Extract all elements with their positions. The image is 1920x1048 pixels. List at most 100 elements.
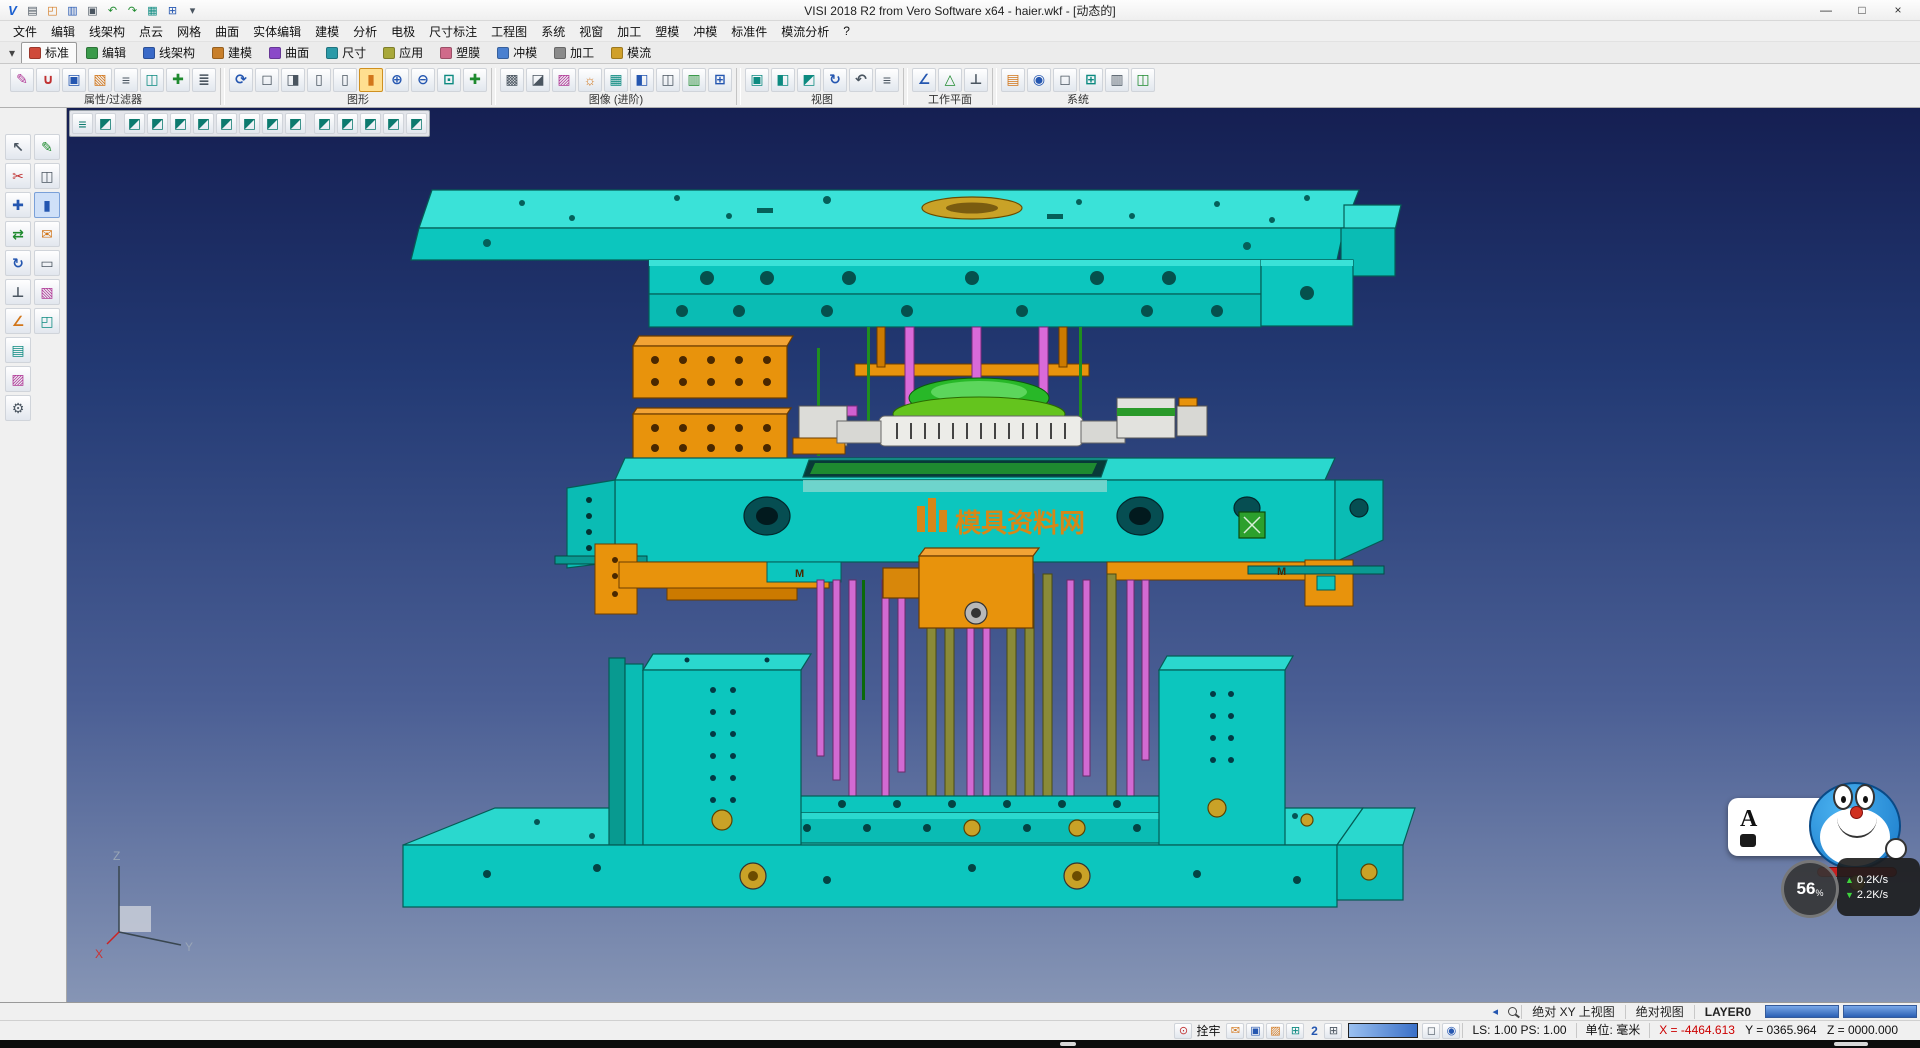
measure-icon[interactable]: ∠ bbox=[5, 308, 31, 334]
part-orange-blocks[interactable] bbox=[633, 336, 793, 462]
active-layer-indicator[interactable]: LAYER0 bbox=[1694, 1005, 1761, 1019]
solid-tool-icon[interactable]: ▮ bbox=[34, 192, 60, 218]
selection-mask-icon[interactable]: ◫ bbox=[140, 68, 164, 92]
view-previous-button[interactable]: ◩ bbox=[383, 113, 404, 134]
view-top-button[interactable]: ◩ bbox=[147, 113, 168, 134]
view-fit-button[interactable]: ◩ bbox=[360, 113, 381, 134]
zoom-in-icon[interactable]: ⊕ bbox=[385, 68, 409, 92]
report-icon[interactable]: ▥ bbox=[1105, 68, 1129, 92]
grid-toggle-icon[interactable]: ⊞ bbox=[164, 2, 181, 18]
mail-status-icon[interactable]: ✉ bbox=[1226, 1023, 1244, 1039]
absolute-view-indicator[interactable]: 绝对视图 bbox=[1625, 1005, 1694, 1019]
tab-machining[interactable]: 加工 bbox=[546, 42, 602, 63]
note-icon[interactable]: ✉ bbox=[34, 221, 60, 247]
view-mode-indicator[interactable]: 绝对 XY 上视图 bbox=[1521, 1005, 1624, 1019]
wireframe-icon[interactable]: ◻ bbox=[255, 68, 279, 92]
zoom-out-icon[interactable]: ⊖ bbox=[411, 68, 435, 92]
tab-dimension[interactable]: 尺寸 bbox=[318, 42, 374, 63]
menu-item-edit[interactable]: 编辑 bbox=[44, 21, 82, 42]
view-rotate-left-button[interactable]: ◩ bbox=[314, 113, 335, 134]
part-upper-plates[interactable] bbox=[649, 260, 1353, 327]
layer-filter-icon[interactable]: ≡ bbox=[114, 68, 138, 92]
quick-access-caret-icon[interactable]: ▾ bbox=[184, 2, 201, 18]
tab-moldflow[interactable]: 模流 bbox=[603, 42, 659, 63]
workplane-3pt-icon[interactable]: △ bbox=[938, 68, 962, 92]
quick-pick-icon[interactable]: ✚ bbox=[166, 68, 190, 92]
graphics-viewport[interactable]: M M bbox=[67, 108, 1920, 1002]
copy-icon[interactable]: ◫ bbox=[34, 163, 60, 189]
tab-molding[interactable]: 塑膜 bbox=[432, 42, 488, 63]
tab-modeling[interactable]: 建模 bbox=[204, 42, 260, 63]
select-icon[interactable]: ↖ bbox=[5, 134, 31, 160]
view-front-icon[interactable]: ◧ bbox=[771, 68, 795, 92]
snap-point-icon[interactable]: ✚ bbox=[5, 192, 31, 218]
tab-edit[interactable]: 编辑 bbox=[78, 42, 134, 63]
view-iso-button[interactable]: ◩ bbox=[124, 113, 145, 134]
view-list-icon[interactable]: ≡ bbox=[875, 68, 899, 92]
menu-item-pointcloud[interactable]: 点云 bbox=[132, 21, 170, 42]
network-speed-panel[interactable]: ▲0.2K/s ▼2.2K/s bbox=[1837, 858, 1920, 916]
menu-item-drawing[interactable]: 工程图 bbox=[484, 21, 534, 42]
calculator-status-icon[interactable]: ⊞ bbox=[1324, 1023, 1342, 1039]
view-axonometric-button[interactable]: ◩ bbox=[285, 113, 306, 134]
entity-filter-icon[interactable]: ▣ bbox=[62, 68, 86, 92]
transform-icon[interactable]: ⇄ bbox=[5, 221, 31, 247]
attribute-edit-icon[interactable]: ✎ bbox=[10, 68, 34, 92]
gouraud-icon[interactable]: ▯ bbox=[333, 68, 357, 92]
menu-item-moldflow[interactable]: 模流分析 bbox=[774, 21, 836, 42]
eraser-icon[interactable]: ▭ bbox=[34, 250, 60, 276]
model-3d-scene[interactable]: M M bbox=[67, 108, 1920, 1002]
paint-status-icon[interactable]: ▨ bbox=[1266, 1023, 1284, 1039]
close-button[interactable]: × bbox=[1880, 0, 1916, 20]
material-icon[interactable]: ▨ bbox=[552, 68, 576, 92]
monitor-status-icon[interactable]: ◻ bbox=[1422, 1023, 1440, 1039]
layer-selector[interactable] bbox=[1348, 1023, 1418, 1038]
render-icon[interactable]: ▩ bbox=[500, 68, 524, 92]
menu-item-dimension[interactable]: 尺寸标注 bbox=[422, 21, 484, 42]
view-bottom-button[interactable]: ◩ bbox=[170, 113, 191, 134]
tabbar-caret-icon[interactable]: ▾ bbox=[4, 43, 20, 63]
menu-item-standard-parts[interactable]: 标准件 bbox=[724, 21, 774, 42]
workplane-normal-icon[interactable]: ⊥ bbox=[964, 68, 988, 92]
shadow-icon[interactable]: ◪ bbox=[526, 68, 550, 92]
world-status-icon[interactable]: ◉ bbox=[1442, 1023, 1460, 1039]
view-left-button[interactable]: ◩ bbox=[239, 113, 260, 134]
lock-label[interactable]: 拴牢 bbox=[1194, 1022, 1226, 1039]
layers-icon[interactable]: ▤ bbox=[5, 337, 31, 363]
group-select-icon[interactable]: ◰ bbox=[34, 308, 60, 334]
menu-item-solid-edit[interactable]: 实体编辑 bbox=[246, 21, 308, 42]
snap-status-icon[interactable]: ⊞ bbox=[1286, 1023, 1304, 1039]
tab-wireframe[interactable]: 线架构 bbox=[135, 42, 203, 63]
transparency-icon[interactable]: ◫ bbox=[656, 68, 680, 92]
view-dynamic-button[interactable]: ◩ bbox=[406, 113, 427, 134]
properties-icon[interactable]: ▦ bbox=[144, 2, 161, 18]
menu-item-surface[interactable]: 曲面 bbox=[208, 21, 246, 42]
pan-icon[interactable]: ✚ bbox=[463, 68, 487, 92]
user-count-badge[interactable]: 2 bbox=[1306, 1024, 1322, 1038]
menu-item-help[interactable]: ? bbox=[836, 22, 857, 40]
align-icon[interactable]: ⊥ bbox=[5, 279, 31, 305]
color-palette-icon[interactable]: ▤ bbox=[1001, 68, 1025, 92]
view-rotate-icon[interactable]: ↻ bbox=[823, 68, 847, 92]
redraw-icon[interactable]: ⟳ bbox=[229, 68, 253, 92]
menu-item-machining[interactable]: 加工 bbox=[610, 21, 648, 42]
menu-item-stamping[interactable]: 冲模 bbox=[686, 21, 724, 42]
minimize-button[interactable]: — bbox=[1808, 0, 1844, 20]
section-icon[interactable]: ◧ bbox=[630, 68, 654, 92]
menu-item-wireframe[interactable]: 线架构 bbox=[82, 21, 132, 42]
view-shaded-button[interactable]: ◩ bbox=[95, 113, 116, 134]
link-icon[interactable]: ◫ bbox=[1131, 68, 1155, 92]
rotate-icon[interactable]: ↻ bbox=[5, 250, 31, 276]
properties-list-icon[interactable]: ≣ bbox=[192, 68, 216, 92]
tab-surface[interactable]: 曲面 bbox=[261, 42, 317, 63]
menu-item-file[interactable]: 文件 bbox=[6, 21, 44, 42]
open-file-icon[interactable]: ◰ bbox=[44, 2, 61, 18]
shaded-icon[interactable]: ▮ bbox=[359, 68, 383, 92]
world-icon[interactable]: ◉ bbox=[1027, 68, 1051, 92]
matrix-icon[interactable]: ⊞ bbox=[1079, 68, 1103, 92]
sketch-icon[interactable]: ✎ bbox=[34, 134, 60, 160]
redo-icon[interactable]: ↷ bbox=[124, 2, 141, 18]
search-icon[interactable] bbox=[1503, 1007, 1521, 1016]
save-file-icon[interactable]: ▥ bbox=[64, 2, 81, 18]
menu-item-mold[interactable]: 塑模 bbox=[648, 21, 686, 42]
